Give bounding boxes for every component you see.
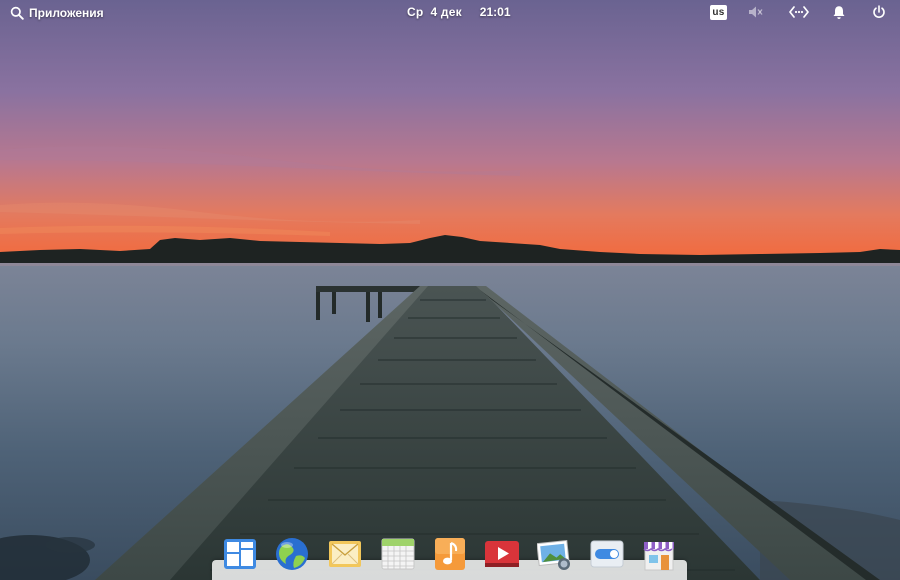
music-icon[interactable] xyxy=(432,536,468,572)
appcenter-icon[interactable] xyxy=(641,536,677,572)
applications-menu-label: Приложения xyxy=(29,6,104,20)
day-label: Ср xyxy=(407,5,424,19)
applications-menu-button[interactable]: Приложения xyxy=(10,5,104,21)
system-settings-icon[interactable] xyxy=(589,536,625,572)
date-time-indicator[interactable]: Ср 4 дек 21:01 xyxy=(407,5,511,19)
web-browser-icon[interactable] xyxy=(274,536,310,572)
top-panel: Приложения Ср 4 дек 21:01 us xyxy=(0,0,900,24)
bell-icon[interactable] xyxy=(832,4,846,20)
power-icon[interactable] xyxy=(872,4,886,20)
mail-icon[interactable] xyxy=(327,536,363,572)
date-label: Ср 4 дек xyxy=(407,5,462,19)
keyboard-layout-label: us xyxy=(710,4,727,20)
time-label: 21:01 xyxy=(479,5,511,19)
desktop-wallpaper xyxy=(0,0,900,580)
videos-icon[interactable] xyxy=(484,536,520,572)
keyboard-layout-indicator[interactable]: us xyxy=(710,4,727,20)
search-icon xyxy=(10,6,24,20)
multitasking-view-icon[interactable] xyxy=(222,536,258,572)
network-wired-icon[interactable] xyxy=(789,4,809,20)
photos-icon[interactable] xyxy=(537,536,573,572)
calendar-icon[interactable] xyxy=(380,536,416,572)
date-value: 4 дек xyxy=(430,5,462,19)
volume-muted-icon[interactable] xyxy=(748,4,764,20)
